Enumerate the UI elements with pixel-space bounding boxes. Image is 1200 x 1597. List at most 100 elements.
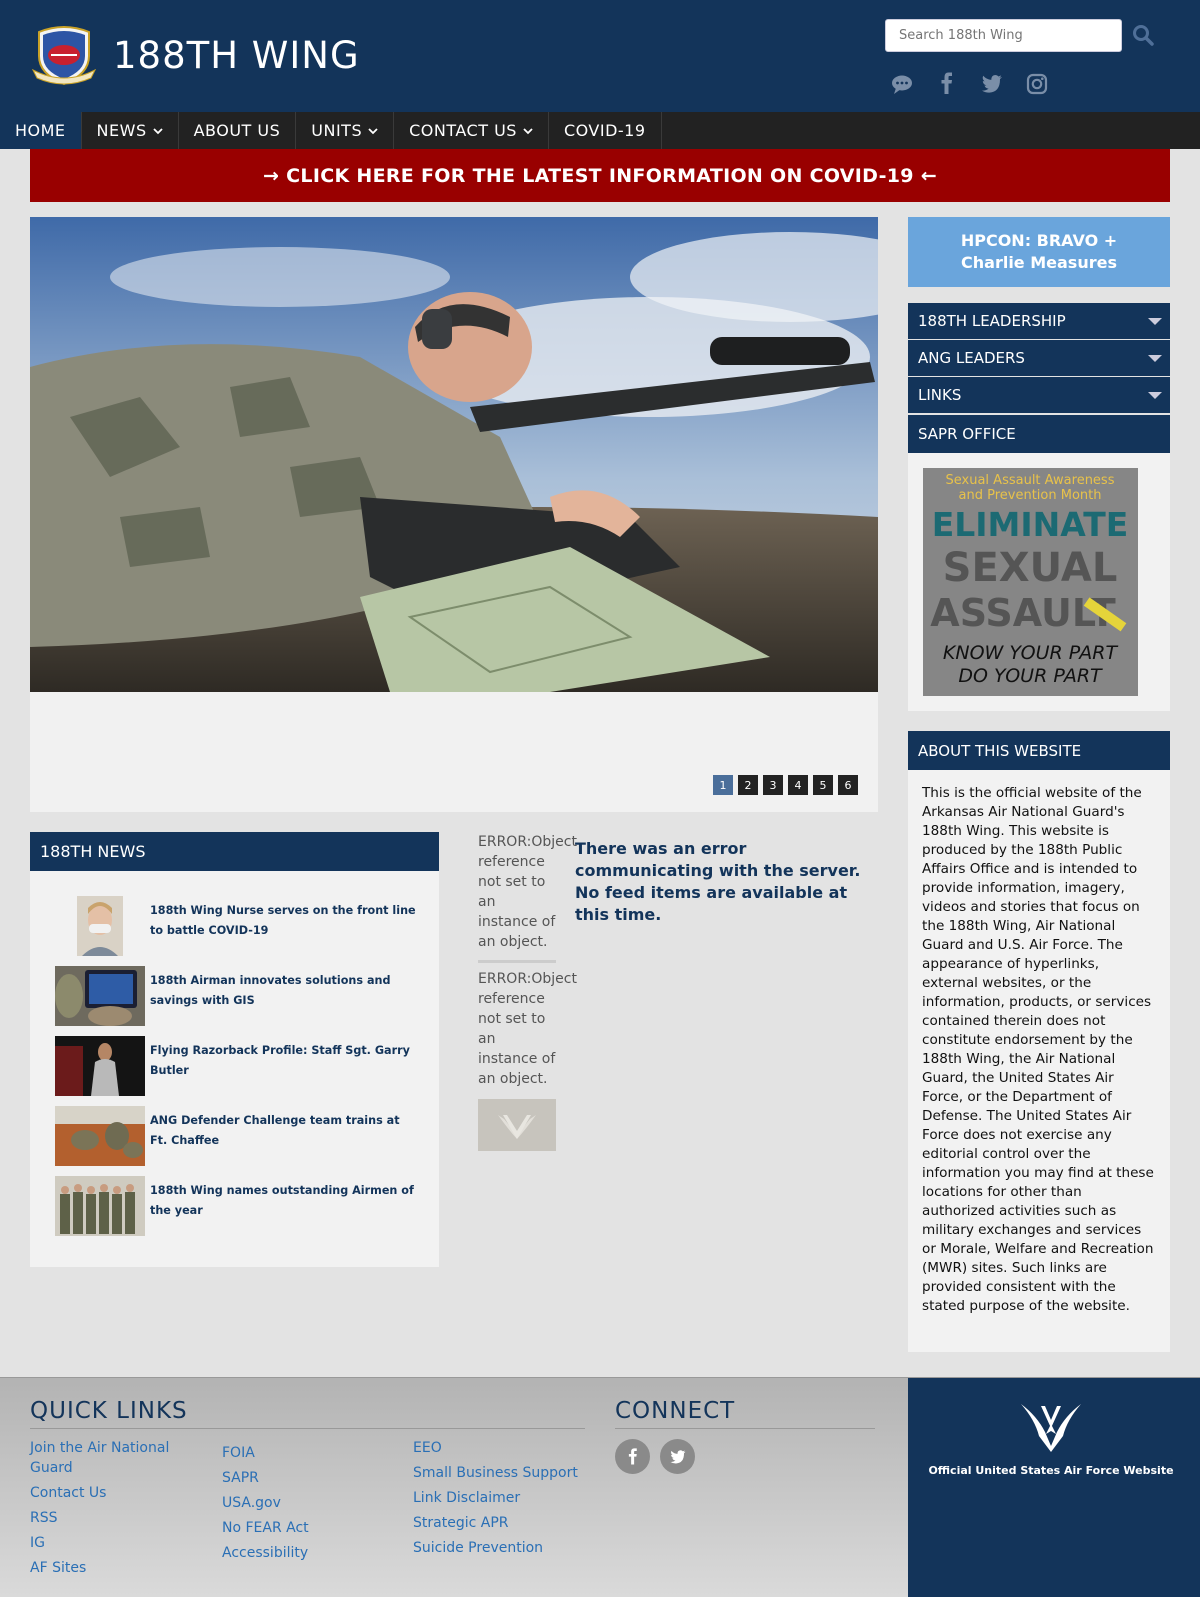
news-item[interactable]: 188th Wing names outstanding Airmen of t…	[55, 1176, 425, 1236]
nav-label: ABOUT US	[193, 121, 281, 140]
news-thumbnail[interactable]	[55, 1036, 145, 1096]
divider	[478, 960, 556, 963]
air-force-placeholder-thumbnail[interactable]	[478, 1099, 556, 1151]
footer-link[interactable]: Strategic APR	[413, 1513, 508, 1533]
about-website-header: ABOUT THIS WEBSITE	[908, 731, 1170, 770]
footer-link[interactable]: EEO	[413, 1438, 442, 1458]
news-title[interactable]: ANG Defender Challenge team trains at Ft…	[150, 1111, 420, 1151]
footer-link[interactable]: No FEAR Act	[222, 1518, 309, 1538]
air-force-logo-icon	[498, 1115, 536, 1139]
news-header: 188TH NEWS	[30, 832, 439, 871]
nav-covid-19[interactable]: COVID-19	[549, 112, 662, 149]
side-menu-label: ANG LEADERS	[918, 349, 1025, 367]
chevron-down-icon	[368, 127, 378, 134]
facebook-icon	[628, 1447, 637, 1464]
footer-link[interactable]: USA.gov	[222, 1493, 281, 1513]
news-item[interactable]: 188th Wing Nurse serves on the front lin…	[55, 896, 425, 956]
triangle-down-icon	[1148, 355, 1162, 362]
facebook-icon[interactable]	[935, 72, 959, 96]
side-menu-links[interactable]: LINKS	[908, 377, 1170, 413]
footer-link[interactable]: Contact Us	[30, 1483, 106, 1503]
nav-label: NEWS	[96, 121, 147, 140]
twitter-icon[interactable]	[980, 72, 1004, 96]
connect-heading: CONNECT	[615, 1398, 736, 1424]
slider-page-button[interactable]: 6	[838, 775, 858, 795]
sapr-poster-image[interactable]: Sexual Assault Awareness and Prevention …	[923, 468, 1138, 696]
nav-label: HOME	[15, 121, 66, 140]
news-item[interactable]: Flying Razorback Profile: Staff Sgt. Gar…	[55, 1036, 425, 1096]
footer-link[interactable]: Small Business Support	[413, 1463, 578, 1483]
nav-label: UNITS	[311, 121, 363, 140]
covid-banner-link[interactable]: → CLICK HERE FOR THE LATEST INFORMATION …	[30, 149, 1170, 202]
footer-link[interactable]: Link Disclaimer	[413, 1488, 520, 1508]
nav-label: CONTACT US	[409, 121, 517, 140]
sapr-poster-line5: ASSAULT	[930, 591, 1115, 635]
hero-image[interactable]	[30, 217, 878, 692]
nav-label: COVID-19	[563, 121, 646, 140]
news-thumbnail[interactable]	[55, 1106, 145, 1166]
hpcon-button[interactable]: HPCON: BRAVO + Charlie Measures	[908, 217, 1170, 287]
news-item[interactable]: 188th Airman innovates solutions and sav…	[55, 966, 425, 1026]
quick-links-heading: QUICK LINKS	[30, 1398, 188, 1424]
about-website-text: This is the official website of the Arka…	[908, 770, 1170, 1352]
sapr-poster-line4: SEXUAL	[943, 545, 1118, 591]
news-title[interactable]: 188th Airman innovates solutions and sav…	[150, 971, 420, 1011]
nav-news[interactable]: NEWS	[82, 112, 179, 149]
side-menu-label: SAPR OFFICE	[918, 425, 1016, 443]
footer-link[interactable]: FOIA	[222, 1443, 255, 1463]
footer-link[interactable]: RSS	[30, 1508, 58, 1528]
news-list: 188th Wing Nurse serves on the front lin…	[30, 871, 439, 1267]
nav-contact-us[interactable]: CONTACT US	[394, 112, 549, 149]
slider-page-button[interactable]: 1	[713, 775, 733, 795]
news-title[interactable]: 188th Wing Nurse serves on the front lin…	[150, 901, 420, 941]
hpcon-line2: Charlie Measures	[961, 253, 1117, 272]
side-menu-label: LINKS	[918, 386, 962, 404]
footer-link[interactable]: Accessibility	[222, 1543, 308, 1563]
news-thumbnail[interactable]	[77, 896, 123, 956]
nav-home[interactable]: HOME	[0, 112, 82, 149]
sapr-poster-line6: KNOW YOUR PART	[943, 642, 1119, 664]
news-title[interactable]: 188th Wing names outstanding Airmen of t…	[150, 1181, 420, 1221]
wing-logo[interactable]	[31, 22, 97, 86]
slider-pagination: 1 2 3 4 5 6	[713, 775, 858, 795]
footer-link[interactable]: Join the Air National Guard	[30, 1438, 200, 1478]
news-thumbnail[interactable]	[55, 966, 145, 1026]
instagram-icon[interactable]	[1025, 72, 1049, 96]
footer-twitter-button[interactable]	[660, 1439, 695, 1474]
chevron-down-icon	[523, 127, 533, 134]
footer-link[interactable]: IG	[30, 1533, 45, 1553]
news-thumbnail[interactable]	[55, 1176, 145, 1236]
air-force-symbol-icon	[1021, 1404, 1081, 1452]
sapr-poster-line7: DO YOUR PART	[958, 665, 1103, 687]
air-force-panel[interactable]: Official United States Air Force Website	[908, 1378, 1200, 1597]
twitter-icon	[670, 1449, 685, 1463]
news-title[interactable]: Flying Razorback Profile: Staff Sgt. Gar…	[150, 1041, 420, 1081]
news-item[interactable]: ANG Defender Challenge team trains at Ft…	[55, 1106, 425, 1166]
footer-link[interactable]: AF Sites	[30, 1558, 86, 1578]
sapr-office-header[interactable]: SAPR OFFICE	[908, 415, 1170, 453]
site-title[interactable]: 188TH WING	[113, 34, 360, 77]
site-header: 188TH WING	[0, 0, 1200, 112]
search-icon[interactable]	[1132, 24, 1154, 46]
divider	[30, 1428, 585, 1429]
triangle-down-icon	[1148, 392, 1162, 399]
side-menu-ang-leaders[interactable]: ANG LEADERS	[908, 340, 1170, 376]
slider-page-button[interactable]: 3	[763, 775, 783, 795]
sapr-poster-line2: and Prevention Month	[959, 488, 1102, 503]
nav-about-us[interactable]: ABOUT US	[179, 112, 297, 149]
chevron-down-icon	[152, 127, 163, 134]
sapr-panel: Sexual Assault Awareness and Prevention …	[908, 453, 1170, 711]
hpcon-line1: HPCON: BRAVO +	[960, 231, 1118, 250]
nav-units[interactable]: UNITS	[296, 112, 395, 149]
side-menu-leadership[interactable]: 188TH LEADERSHIP	[908, 303, 1170, 339]
footer-facebook-button[interactable]	[615, 1439, 650, 1474]
footer-link[interactable]: Suicide Prevention	[413, 1538, 543, 1558]
slider-page-button[interactable]: 5	[813, 775, 833, 795]
feed-error-column: ERROR:Object reference not set to an ins…	[478, 832, 577, 1151]
footer-link[interactable]: SAPR	[222, 1468, 259, 1488]
feed-error-message: ERROR:Object reference not set to an ins…	[478, 834, 577, 950]
search-input[interactable]	[885, 19, 1122, 52]
chat-icon[interactable]	[890, 72, 914, 96]
slider-page-button[interactable]: 2	[738, 775, 758, 795]
slider-page-button[interactable]: 4	[788, 775, 808, 795]
